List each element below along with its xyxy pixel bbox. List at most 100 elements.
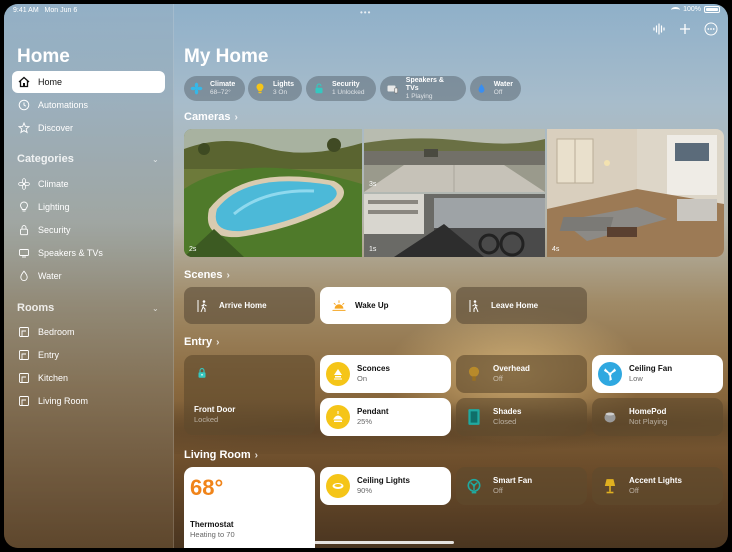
scene-leave-home[interactable]: Leave Home [456,287,587,324]
scenes-heading[interactable]: Scenes › [184,269,230,281]
multitasking-dots-icon[interactable]: ••• [360,8,371,17]
status-indicators: 100% [671,6,720,13]
chip-sub: 3 On [273,88,288,96]
sidebar-item-label: Living Room [38,396,89,406]
tile-smart-fan[interactable]: Smart Fan Off [456,467,587,505]
waveform-icon[interactable] [652,22,666,36]
sidebar-item-kitchen[interactable]: Kitchen [12,367,165,389]
living-room-heading-label: Living Room [184,449,251,461]
tile-state: Off [629,486,639,495]
camera-pool[interactable]: 2s [184,129,362,257]
sidebar-item-entry[interactable]: Entry [12,344,165,366]
tile-name: Smart Fan [493,476,533,485]
sidebar-item-label: Water [38,271,62,281]
status-time: 9:41 AM Mon Jun 6 [13,7,77,14]
sidebar-item-automations[interactable]: Automations [12,94,165,116]
cameras-heading[interactable]: Cameras › [184,111,238,123]
tile-ceiling-lights[interactable]: Ceiling Lights 90% [320,467,451,505]
entry-heading[interactable]: Entry › [184,336,219,348]
sidebar-item-speakers-tvs[interactable]: Speakers & TVs [12,242,165,264]
room-icon [18,372,30,384]
sidebar-item-bedroom[interactable]: Bedroom [12,321,165,343]
sidebar-item-home[interactable]: Home [12,71,165,93]
chip-sub: 1 Unlocked [332,88,365,96]
lock-icon [194,365,210,381]
sidebar-item-security[interactable]: Security [12,219,165,241]
chevron-down-icon[interactable]: ⌄ [152,304,159,313]
window-shade-icon [462,405,486,429]
chevron-right-icon: › [254,450,258,461]
driveway-camera-image [364,129,545,192]
camera-timestamp: 3s [369,181,377,188]
scene-label: Wake Up [355,301,389,310]
sidebar-item-water[interactable]: Water [12,265,165,287]
sidebar: Home Home Automations Discover Categorie… [4,4,174,548]
sidebar-item-lighting[interactable]: Lighting [12,196,165,218]
sidebar-item-discover[interactable]: Discover [12,117,165,139]
fan-icon [189,81,204,96]
chip-climate[interactable]: Climate 68–72° [184,76,245,101]
tile-homepod[interactable]: HomePod Not Playing [592,398,723,436]
sidebar-item-climate[interactable]: Climate [12,173,165,195]
tile-shades[interactable]: Shades Closed [456,398,587,436]
tile-name: Accent Lights [629,476,682,485]
scene-arrive-home[interactable]: Arrive Home [184,287,315,324]
status-date: Mon Jun 6 [44,7,78,14]
living-room-camera-image [547,129,724,257]
ipad-screen: Home Home Automations Discover Categorie… [4,4,728,548]
droplet-icon [18,270,30,282]
fan-icon [598,362,622,386]
tile-name: Overhead [493,364,530,373]
chip-water[interactable]: Water Off [470,76,521,101]
bulb-icon [18,201,30,213]
plus-icon[interactable] [678,22,692,36]
toolbar [652,22,718,36]
sidebar-item-label: Kitchen [38,373,69,383]
camera-garage[interactable]: 1s [364,194,545,257]
categories-heading[interactable]: Categories [17,153,74,165]
scene-wake-up[interactable]: Wake Up [320,287,451,324]
battery-icon [704,6,720,13]
pool-camera-image [184,129,362,257]
tv-icon [18,247,30,259]
camera-living-room[interactable]: 4s [547,129,724,257]
tile-state: Heating to 70 [190,530,235,539]
tile-state: 25% [357,417,373,426]
sidebar-item-label: Entry [38,350,60,360]
chevron-down-icon[interactable]: ⌄ [152,155,159,164]
chevron-right-icon: › [234,112,238,123]
camera-timestamp: 1s [369,246,377,253]
sidebar-item-living-room[interactable]: Living Room [12,390,165,412]
sidebar-item-label: Bedroom [38,327,75,337]
pendant-light-icon [326,405,350,429]
tile-thermostat[interactable]: 68° Thermostat Heating to 70 [184,467,315,548]
clock-house-icon [18,99,30,111]
chip-sub: 1 Playing [405,92,433,100]
tile-name: Ceiling Lights [357,476,410,485]
tile-overhead[interactable]: Overhead Off [456,355,587,393]
chip-security[interactable]: Security 1 Unlocked [306,76,376,101]
tile-accent-lights[interactable]: Accent Lights Off [592,467,723,505]
lock-icon [311,81,326,96]
tile-ceiling-fan[interactable]: Ceiling Fan Low [592,355,723,393]
tile-sconces[interactable]: Sconces On [320,355,451,393]
scene-label: Arrive Home [219,301,267,310]
home-indicator[interactable] [314,541,454,544]
chip-lights[interactable]: Lights 3 On [248,76,302,101]
entry-heading-label: Entry [184,336,213,348]
sidebar-item-label: Automations [38,100,89,110]
chip-speakers-tvs[interactable]: Speakers & TVs 1 Playing [380,76,466,101]
tile-state: On [357,374,368,383]
chip-label: Security [332,80,360,88]
tile-state: Off [493,486,503,495]
tile-front-door[interactable]: Front Door Locked [184,355,315,435]
chevron-right-icon: › [226,270,230,281]
camera-driveway[interactable]: 3s [364,129,545,192]
rooms-heading[interactable]: Rooms [17,302,54,314]
ellipsis-icon[interactable] [704,22,718,36]
homepod-icon [598,405,622,429]
chip-label: Speakers & TVs [405,76,444,92]
living-room-heading[interactable]: Living Room › [184,449,258,461]
tile-pendant[interactable]: Pendant 25% [320,398,451,436]
tile-name: Front Door [194,405,236,414]
